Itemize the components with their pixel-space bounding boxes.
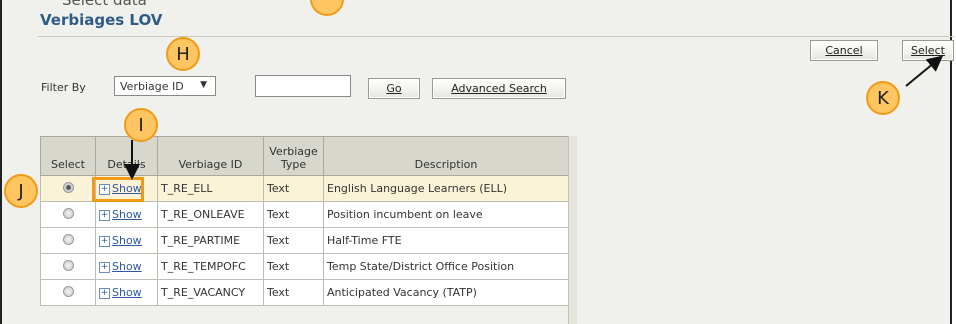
verbiage-id-cell: T_RE_PARTIME <box>157 227 264 254</box>
select-cell <box>40 201 96 228</box>
column-header-verbiage-id[interactable]: Verbiage ID <box>157 136 264 176</box>
verbiage-type-cell: Text <box>263 253 324 280</box>
verbiage-id-cell: T_RE_TEMPOFC <box>157 253 264 280</box>
show-details-link[interactable]: Show <box>112 260 142 273</box>
details-cell: + Show <box>95 201 158 228</box>
select-cell <box>40 175 96 202</box>
go-button[interactable]: Go <box>368 78 420 99</box>
column-header-details: Details <box>95 136 158 176</box>
description-cell: English Language Learners (ELL) <box>323 175 569 202</box>
description-cell: Half-Time FTE <box>323 227 569 254</box>
table-row[interactable]: + Show T_RE_TEMPOFC Text Temp State/Distr… <box>40 253 569 280</box>
column-header-verbiage-type[interactable]: Verbiage Type <box>263 136 324 176</box>
verbiage-type-cell: Text <box>263 227 324 254</box>
table-scroll-edge[interactable] <box>568 136 577 324</box>
description-cell: Temp State/District Office Position <box>323 253 569 280</box>
cancel-button-label: Cancel <box>825 44 863 57</box>
verbiage-id-cell: T_RE_ELL <box>157 175 264 202</box>
show-details-link[interactable]: Show <box>112 208 142 221</box>
expand-plus-icon[interactable]: + <box>99 235 110 247</box>
show-details-link[interactable]: Show <box>112 286 142 299</box>
select-cell <box>40 279 96 306</box>
column-header-description[interactable]: Description <box>323 136 569 176</box>
row-radio[interactable] <box>62 181 74 193</box>
row-radio[interactable] <box>62 233 74 245</box>
verbiage-id-cell: T_RE_VACANCY <box>157 279 264 306</box>
verbiage-type-cell: Text <box>263 279 324 306</box>
filter-search-input[interactable] <box>255 75 351 97</box>
expand-plus-icon[interactable]: + <box>99 261 110 273</box>
advanced-search-button[interactable]: Advanced Search <box>432 78 566 99</box>
verbiage-type-cell: Text <box>263 201 324 228</box>
filter-selected-option: Verbiage ID <box>120 79 184 93</box>
callout-badge-k: K <box>866 81 900 115</box>
description-cell: Anticipated Vacancy (TATP) <box>323 279 569 306</box>
details-cell: + Show <box>95 253 158 280</box>
select-button-label: Select <box>911 44 945 57</box>
expand-plus-icon[interactable]: + <box>99 209 110 221</box>
page-title: Verbiages LOV <box>40 11 163 29</box>
select-button[interactable]: Select <box>902 40 954 61</box>
filter-field-select[interactable]: Verbiage ID ▼ <box>114 76 216 96</box>
filter-by-label: Filter By <box>41 81 86 94</box>
cancel-button[interactable]: Cancel <box>810 40 878 61</box>
select-cell <box>40 227 96 254</box>
callout-badge-j: J <box>4 174 38 208</box>
show-link-highlight <box>92 177 144 202</box>
go-button-label: Go <box>386 82 402 95</box>
verbiage-id-cell: T_RE_ONLEAVE <box>157 201 264 228</box>
table-row[interactable]: + Show T_RE_VACANCY Text Anticipated Vaca… <box>40 279 569 306</box>
details-cell: + Show <box>95 227 158 254</box>
title-divider <box>38 36 954 37</box>
select-cell <box>40 253 96 280</box>
callout-badge-i: I <box>124 108 158 142</box>
expand-plus-icon[interactable]: + <box>99 287 110 299</box>
row-radio[interactable] <box>62 259 74 271</box>
dropdown-arrow-icon: ▼ <box>200 80 207 90</box>
lov-dialog: Select data Verbiages LOV Cancel Select … <box>0 0 954 324</box>
column-header-select: Select <box>40 136 96 176</box>
show-details-link[interactable]: Show <box>112 234 142 247</box>
callout-badge-h: H <box>166 37 200 71</box>
verbiage-type-cell: Text <box>263 175 324 202</box>
table-row[interactable]: + Show T_RE_PARTIME Text Half-Time FTE <box>40 227 569 254</box>
verbiage-table: Select Details Verbiage ID Verbiage Type… <box>40 136 569 306</box>
table-header-row: Select Details Verbiage ID Verbiage Type… <box>40 136 569 176</box>
details-cell: + Show <box>95 279 158 306</box>
table-row[interactable]: + Show T_RE_ONLEAVE Text Position incumbe… <box>40 201 569 228</box>
description-cell: Position incumbent on leave <box>323 201 569 228</box>
partial-heading: Select data <box>62 0 147 9</box>
row-radio[interactable] <box>62 207 74 219</box>
advanced-search-label: Advanced Search <box>451 82 547 95</box>
row-radio[interactable] <box>62 285 74 297</box>
